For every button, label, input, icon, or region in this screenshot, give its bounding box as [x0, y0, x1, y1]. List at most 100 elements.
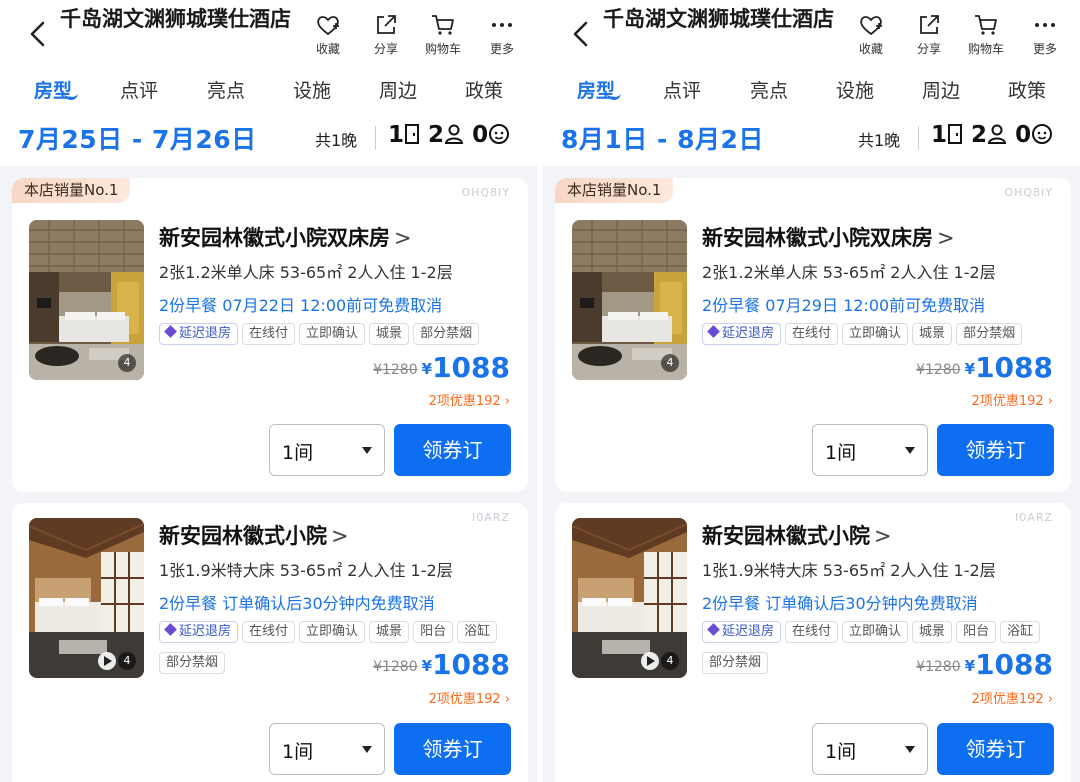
- date-separator: [918, 126, 919, 150]
- promo-link[interactable]: 2项优惠192 ›: [972, 390, 1053, 409]
- room-quantity-select[interactable]: 1间: [269, 723, 385, 775]
- back-arrow-icon[interactable]: [571, 20, 591, 48]
- tab-highlights[interactable]: 亮点: [750, 76, 788, 103]
- room-name[interactable]: 新安园林徽式小院 >: [702, 520, 892, 550]
- tab-policies[interactable]: 政策: [1008, 76, 1046, 103]
- feature-tag: 立即确认: [842, 621, 909, 643]
- room-photo[interactable]: 4: [29, 220, 144, 380]
- active-tab-indicator: [607, 92, 621, 100]
- tab-room-types[interactable]: 房型: [577, 76, 621, 103]
- quantity-value: 1间: [282, 741, 314, 763]
- child-face-icon: [1032, 124, 1053, 144]
- door-icon: [948, 124, 963, 144]
- feature-tag: 部分禁烟: [956, 323, 1023, 345]
- room-name[interactable]: 新安园林徽式小院 >: [159, 520, 349, 550]
- more-button[interactable]: 更多: [1017, 12, 1073, 57]
- panel-header: 千岛湖文渊狮城璞仕酒店 收藏 分享 购物车 更多 房型 点评 亮点 设施 周边 …: [543, 0, 1080, 166]
- share-button[interactable]: 分享: [358, 12, 414, 57]
- tab-facilities[interactable]: 设施: [836, 76, 874, 103]
- tag-label: 在线付: [792, 624, 832, 639]
- date-range[interactable]: 8月1日 - 8月2日: [561, 120, 764, 156]
- chevron-right-icon: >: [874, 524, 892, 548]
- tab-bar: 房型 点评 亮点 设施 周边 政策: [543, 76, 1080, 106]
- room-code: I0ARZ: [472, 511, 510, 524]
- tab-nearby[interactable]: 周边: [379, 76, 417, 103]
- late-checkout-tag: 延迟退房: [702, 621, 782, 643]
- cart-button[interactable]: 购物车: [958, 12, 1014, 57]
- room-card[interactable]: I0ARZ 4 新安园林徽式小院 > 1张1.9米特大床 53-65㎡ 2人入住…: [12, 503, 528, 782]
- tag-label: 部分禁烟: [963, 326, 1016, 341]
- tab-highlights[interactable]: 亮点: [207, 76, 245, 103]
- room-card[interactable]: 本店销量No.1 OHQ8IY 4 新安园林徽式小院双床房 > 2张1.2米单人…: [12, 178, 528, 492]
- feature-tag: 城景: [912, 621, 953, 643]
- cart-label: 购物车: [967, 42, 1004, 56]
- guest-summary[interactable]: 1 2 0: [388, 122, 510, 148]
- currency-symbol: ¥: [964, 360, 976, 378]
- back-arrow-icon[interactable]: [28, 20, 48, 48]
- room-name[interactable]: 新安园林徽式小院双床房 >: [702, 222, 955, 252]
- room-quantity-select[interactable]: 1间: [269, 424, 385, 476]
- feature-tag: 在线付: [785, 323, 839, 345]
- tab-nearby[interactable]: 周边: [922, 76, 960, 103]
- late-checkout-tag: 延迟退房: [159, 323, 239, 345]
- guest-summary[interactable]: 1 2 0: [931, 122, 1053, 148]
- current-price: 1088: [432, 648, 510, 681]
- room-name-text: 新安园林徽式小院: [159, 524, 327, 548]
- date-range[interactable]: 7月25日 - 7月26日: [18, 120, 257, 156]
- tag-label: 立即确认: [306, 326, 359, 341]
- room-name-text: 新安园林徽式小院: [702, 524, 870, 548]
- feature-tag: 立即确认: [842, 323, 909, 345]
- tab-room-types[interactable]: 房型: [34, 76, 78, 103]
- tag-label: 阳台: [963, 624, 990, 639]
- chevron-right-icon: >: [331, 524, 349, 548]
- promo-link[interactable]: 2项优惠192 ›: [429, 688, 510, 707]
- room-quantity-select[interactable]: 1间: [812, 723, 928, 775]
- play-video-icon[interactable]: [641, 652, 659, 670]
- book-button[interactable]: 领券订: [394, 723, 511, 775]
- share-button[interactable]: 分享: [901, 12, 957, 57]
- favorite-button[interactable]: 收藏: [843, 12, 899, 57]
- more-button[interactable]: 更多: [474, 12, 530, 57]
- favorite-button[interactable]: 收藏: [300, 12, 356, 57]
- more-label: 更多: [489, 42, 514, 56]
- tab-facilities[interactable]: 设施: [293, 76, 331, 103]
- room-quantity-select[interactable]: 1间: [812, 424, 928, 476]
- book-button[interactable]: 领券订: [394, 424, 511, 476]
- promo-link[interactable]: 2项优惠192 ›: [429, 390, 510, 409]
- cart-label: 购物车: [424, 42, 461, 56]
- current-price: 1088: [432, 351, 510, 384]
- tab-reviews[interactable]: 点评: [663, 76, 701, 103]
- cart-button[interactable]: 购物车: [415, 12, 471, 57]
- room-photo[interactable]: 4: [572, 518, 687, 678]
- hotel-title: 千岛湖文渊狮城璞仕酒店: [603, 7, 834, 31]
- date-row[interactable]: 8月1日 - 8月2日 共1晚 1 2 0: [543, 120, 1080, 156]
- room-photo[interactable]: 4: [572, 220, 687, 380]
- door-icon: [405, 124, 420, 144]
- room-photo[interactable]: 4: [29, 518, 144, 678]
- tag-label: 部分禁烟: [709, 655, 762, 670]
- room-spec: 2张1.2米单人床 53-65㎡ 2人入住 1-2层: [159, 263, 453, 282]
- tab-policies[interactable]: 政策: [465, 76, 503, 103]
- diamond-icon: [707, 325, 720, 338]
- date-row[interactable]: 7月25日 - 7月26日 共1晚 1 2 0: [0, 120, 537, 156]
- book-button[interactable]: 领券订: [937, 424, 1054, 476]
- price-row: ¥1280 ¥1088: [373, 648, 510, 681]
- book-button[interactable]: 领券订: [937, 723, 1054, 775]
- tag-label: 城景: [376, 624, 403, 639]
- bestseller-badge: 本店销量No.1: [12, 178, 131, 203]
- night-count: 共1晚: [315, 131, 358, 150]
- late-checkout-tag: 延迟退房: [702, 323, 782, 345]
- room-name[interactable]: 新安园林徽式小院双床房 >: [159, 222, 412, 252]
- room-card[interactable]: I0ARZ 4 新安园林徽式小院 > 1张1.9米特大床 53-65㎡ 2人入住…: [555, 503, 1071, 782]
- room-spec: 1张1.9米特大床 53-65㎡ 2人入住 1-2层: [159, 561, 453, 580]
- promo-link[interactable]: 2项优惠192 ›: [972, 688, 1053, 707]
- play-video-icon[interactable]: [98, 652, 116, 670]
- feature-tag: 城景: [369, 323, 410, 345]
- room-policy: 2份早餐 订单确认后30分钟内免费取消: [702, 594, 978, 613]
- late-checkout-tag: 延迟退房: [159, 621, 239, 643]
- room-card[interactable]: 本店销量No.1 OHQ8IY 4 新安园林徽式小院双床房 > 2张1.2米单人…: [555, 178, 1071, 492]
- current-price: 1088: [975, 648, 1053, 681]
- tab-reviews[interactable]: 点评: [120, 76, 158, 103]
- feature-tag: 立即确认: [299, 323, 366, 345]
- hotel-title: 千岛湖文渊狮城璞仕酒店: [60, 7, 291, 31]
